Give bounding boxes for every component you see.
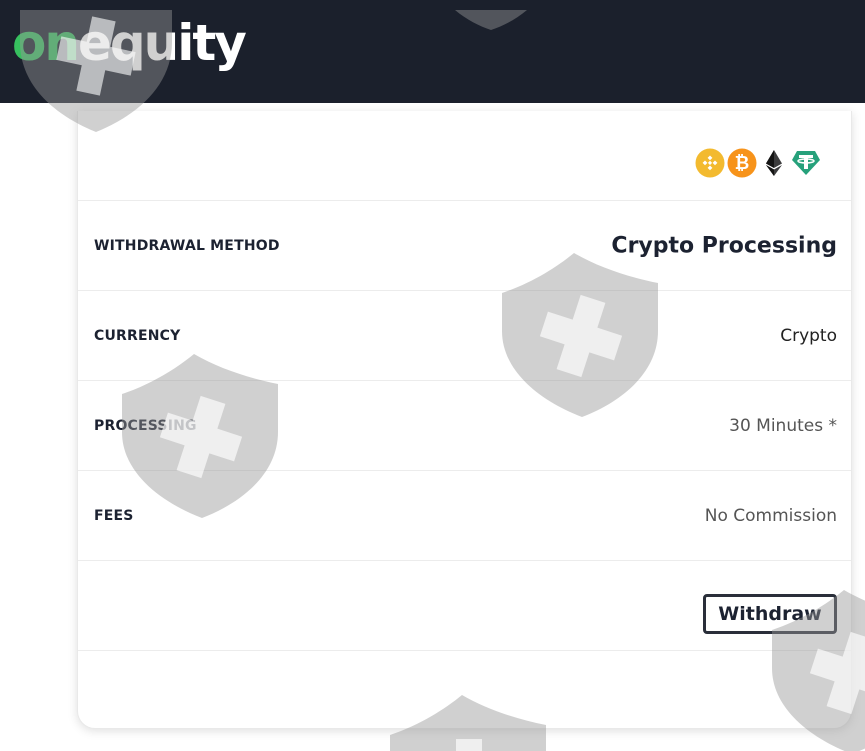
withdrawal-method-value: Crypto Processing <box>611 233 837 258</box>
currency-value: Crypto <box>780 325 837 346</box>
ethereum-icon <box>766 150 782 176</box>
logo-text-on: on <box>12 14 80 72</box>
fees-row: FEES No Commission <box>78 471 851 561</box>
fees-value: No Commission <box>704 505 837 526</box>
bitcoin-icon: ₿ <box>727 148 757 178</box>
top-header: on equity <box>0 0 865 103</box>
bnb-icon <box>695 148 725 178</box>
processing-value: 30 Minutes * <box>729 415 837 436</box>
withdrawal-method-card: ₿ WITHDRAWAL METHOD Crypto Processing CU… <box>77 111 852 729</box>
withdraw-button[interactable]: Withdraw <box>703 594 837 634</box>
processing-label: PROCESSING <box>94 417 197 434</box>
processing-row: PROCESSING 30 Minutes * <box>78 381 851 471</box>
onequity-logo[interactable]: on equity <box>12 8 247 78</box>
tether-icon <box>792 151 820 175</box>
currency-row: CURRENCY Crypto <box>78 291 851 381</box>
currency-label: CURRENCY <box>94 327 181 344</box>
payment-icons-row: ₿ <box>78 111 851 201</box>
svg-text:₿: ₿ <box>735 153 750 174</box>
withdrawal-method-label: WITHDRAWAL METHOD <box>94 237 280 254</box>
crypto-icons: ₿ <box>695 148 821 178</box>
fees-label: FEES <box>94 507 134 524</box>
logo-text-equity: equity <box>77 14 247 72</box>
withdrawal-method-row: WITHDRAWAL METHOD Crypto Processing <box>78 201 851 291</box>
